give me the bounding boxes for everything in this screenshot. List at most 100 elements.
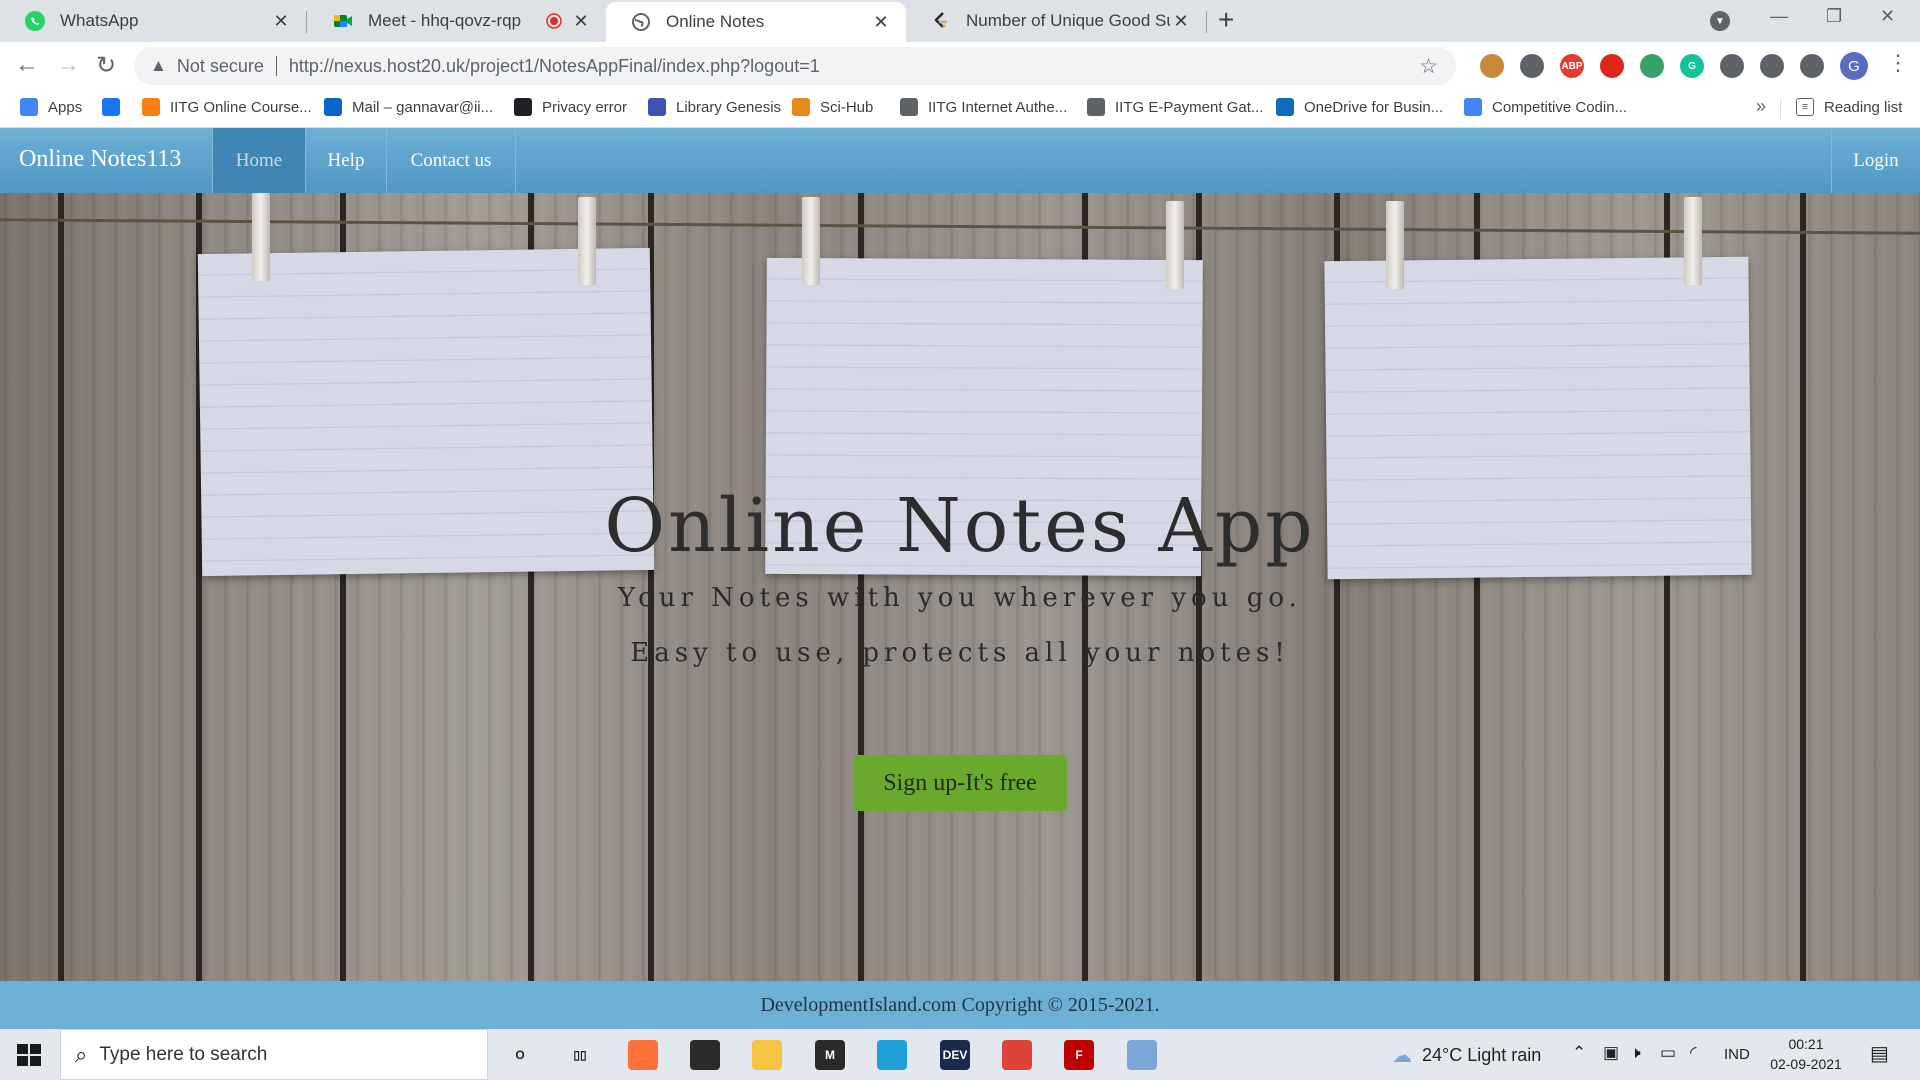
browser-tab-strip: WhatsApp ✕ Meet - hhq-qovz-rqp ✕ Online …: [0, 0, 1920, 42]
bookmark-label: Competitive Codin...: [1492, 98, 1628, 116]
check-extension-icon[interactable]: [1640, 54, 1664, 78]
bookmark-item[interactable]: Mail – gannavar@ii...: [324, 98, 493, 116]
tab-search-icon[interactable]: ▼: [1710, 11, 1730, 31]
bookmark-label: Library Genesis: [676, 98, 782, 116]
apps-grid-icon: [20, 98, 38, 116]
close-tab-icon[interactable]: ✕: [870, 12, 892, 33]
signup-button[interactable]: Sign up-It's free: [853, 755, 1067, 811]
pin-icon[interactable]: [1760, 54, 1784, 78]
copyright-text: DevelopmentIsland.com Copyright © 2015-2…: [760, 993, 1160, 1016]
bookmark-item[interactable]: OneDrive for Busin...: [1276, 98, 1443, 116]
minimize-icon[interactable]: —: [1770, 6, 1788, 27]
stop-icon[interactable]: [1600, 54, 1624, 78]
epic-icon[interactable]: M: [815, 1040, 845, 1070]
nav-home[interactable]: Home: [213, 128, 305, 193]
bookmark-label: IITG Online Course...: [170, 98, 312, 116]
nav-login[interactable]: Login: [1832, 128, 1920, 193]
taskbar-search-input[interactable]: ⌕ Type here to search: [60, 1029, 488, 1080]
windows-start-icon[interactable]: [17, 1044, 41, 1066]
globe-icon: [900, 98, 918, 116]
bookmark-label: IITG Internet Authe...: [928, 98, 1068, 116]
forward-icon[interactable]: →: [56, 51, 80, 79]
clothespin-image: [578, 197, 596, 285]
close-tab-icon[interactable]: ✕: [270, 11, 292, 32]
windows-taskbar: ⌕ Type here to search O ▯▯ M DEV F ☁ 24°C Li…: [0, 1029, 1920, 1080]
reading-list-button[interactable]: ≡ Reading list: [1796, 98, 1902, 116]
more-bookmarks-icon[interactable]: »: [1756, 96, 1766, 117]
chrome-icon[interactable]: [1002, 1040, 1032, 1070]
security-label[interactable]: Not secure: [177, 56, 264, 77]
tab-separator: [306, 11, 307, 33]
glasses-icon[interactable]: [1520, 54, 1544, 78]
bookmark-label: Sci-Hub: [820, 98, 874, 116]
volume-icon[interactable]: 🕨: [1630, 1043, 1641, 1063]
clothespin-image: [1166, 201, 1184, 289]
wifi-icon[interactable]: ◜: [1690, 1043, 1697, 1063]
store-icon[interactable]: [690, 1040, 720, 1070]
task-view-icon[interactable]: ▯▯: [565, 1040, 595, 1070]
window-close-icon[interactable]: ✕: [1880, 6, 1895, 27]
accessibility-icon[interactable]: [1720, 54, 1744, 78]
cortana-icon[interactable]: O: [505, 1040, 535, 1070]
photos-icon[interactable]: [1127, 1040, 1157, 1070]
bookmark-item[interactable]: IITG E-Payment Gat...: [1087, 98, 1263, 116]
moodle-icon: [142, 98, 160, 116]
profile-avatar[interactable]: G: [1840, 52, 1868, 80]
close-tab-icon[interactable]: ✕: [1170, 11, 1192, 32]
show-hidden-icons-icon[interactable]: ⌃: [1572, 1043, 1586, 1063]
bookmark-item[interactable]: Competitive Codin...: [1464, 98, 1627, 116]
tab-google-meet[interactable]: Meet - hhq-qovz-rqp ✕: [308, 0, 606, 42]
bookmark-item[interactable]: Library Genesis: [648, 98, 781, 116]
bookmark-item[interactable]: IITG Online Course...: [142, 98, 312, 116]
bookmark-label: OneDrive for Busin...: [1304, 98, 1444, 116]
new-tab-button[interactable]: +: [1218, 4, 1234, 36]
warning-icon: [514, 98, 532, 116]
back-icon[interactable]: ←: [15, 51, 39, 79]
weather-widget[interactable]: ☁ 24°C Light rain: [1392, 1043, 1541, 1068]
bookmark-item[interactable]: Apps: [20, 98, 82, 116]
globe-icon: [630, 11, 652, 33]
notifications-icon[interactable]: ▤: [1870, 1041, 1889, 1066]
divider: [275, 56, 277, 76]
outlook-icon: [324, 98, 342, 116]
grammarly-icon[interactable]: G: [1680, 54, 1704, 78]
edge-icon[interactable]: [877, 1040, 907, 1070]
puzzle-icon[interactable]: [1800, 54, 1824, 78]
globe-icon: [1087, 98, 1105, 116]
bookmark-star-icon[interactable]: ☆: [1419, 54, 1438, 79]
menu-kebab-icon[interactable]: ⋮: [1887, 50, 1909, 76]
docs-icon: [1464, 98, 1482, 116]
adblock-icon[interactable]: ABP: [1560, 54, 1584, 78]
site-brand[interactable]: Online Notes113: [19, 146, 181, 173]
tab-whatsapp[interactable]: WhatsApp ✕: [0, 0, 306, 42]
warning-icon: ▲: [150, 56, 167, 75]
bookmark-item[interactable]: [102, 98, 130, 116]
scihub-icon: [792, 98, 810, 116]
bookmarks-bar: Apps IITG Online Course... Mail – gannavar…: [0, 90, 1920, 128]
tab-leetcode[interactable]: Number of Unique Good Subseq ✕: [906, 0, 1206, 42]
firefox-icon[interactable]: [628, 1040, 658, 1070]
bookmark-item[interactable]: Privacy error: [514, 98, 627, 116]
bookmark-item[interactable]: Sci-Hub: [792, 98, 873, 116]
nav-help[interactable]: Help: [306, 128, 386, 193]
address-bar[interactable]: ▲ Not secure http://nexus.host20.uk/proj…: [134, 47, 1456, 85]
cookie-icon[interactable]: [1480, 54, 1504, 78]
bookmark-item[interactable]: IITG Internet Authe...: [900, 98, 1067, 116]
system-clock[interactable]: 00:21 02-09-2021: [1768, 1034, 1844, 1074]
tab-online-notes[interactable]: Online Notes ✕: [606, 2, 906, 42]
nav-contact-us[interactable]: Contact us: [387, 128, 515, 193]
hero-section: Online Notes App Your Notes with you whe…: [0, 193, 1920, 981]
close-tab-icon[interactable]: ✕: [570, 11, 592, 32]
hero-subtitle: Easy to use, protects all your notes!: [630, 638, 1290, 668]
dev-icon[interactable]: DEV: [940, 1040, 970, 1070]
url-text[interactable]: http://nexus.host20.uk/project1/NotesApp…: [289, 56, 820, 77]
reload-icon[interactable]: ↻: [96, 51, 116, 80]
clock-date: 02-09-2021: [1770, 1056, 1842, 1072]
filezilla-icon[interactable]: F: [1064, 1040, 1094, 1070]
restore-icon[interactable]: ❐: [1826, 6, 1842, 27]
language-indicator[interactable]: IND: [1724, 1046, 1750, 1063]
device-icon[interactable]: ▣: [1603, 1043, 1619, 1063]
file-explorer-icon[interactable]: [752, 1040, 782, 1070]
battery-icon[interactable]: ▭: [1660, 1043, 1676, 1063]
browser-toolbar: ← → ↻ ▲ Not secure http://nexus.host20.u…: [0, 42, 1920, 90]
